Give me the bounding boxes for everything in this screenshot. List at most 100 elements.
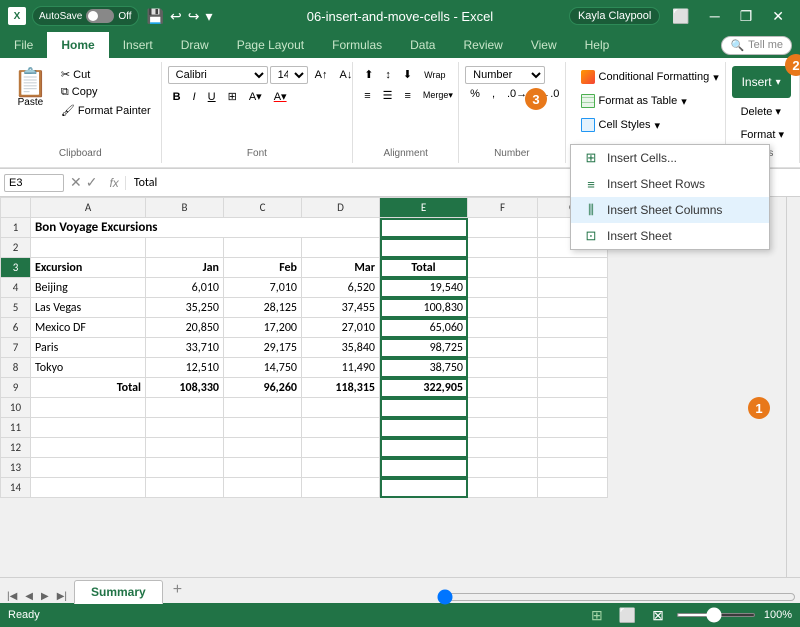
col-header-d[interactable]: D bbox=[302, 198, 380, 218]
row-header-4[interactable]: 4 bbox=[1, 278, 31, 298]
row-header-14[interactable]: 14 bbox=[1, 478, 31, 498]
cell-f7[interactable] bbox=[468, 338, 538, 358]
tab-formulas[interactable]: Formulas bbox=[318, 32, 396, 58]
cell-c10[interactable] bbox=[224, 398, 302, 418]
cell-f8[interactable] bbox=[468, 358, 538, 378]
tab-home[interactable]: Home bbox=[47, 32, 108, 58]
align-center-button[interactable]: ☰ bbox=[378, 87, 398, 104]
tab-insert[interactable]: Insert bbox=[109, 32, 167, 58]
tab-data[interactable]: Data bbox=[396, 32, 449, 58]
font-color-button[interactable]: A▾ bbox=[269, 88, 292, 105]
cell-a2[interactable] bbox=[31, 238, 146, 258]
comma-button[interactable]: , bbox=[487, 86, 500, 102]
sheet-tab-summary[interactable]: Summary bbox=[74, 580, 163, 604]
cell-g10[interactable] bbox=[538, 398, 608, 418]
cell-b7[interactable]: 33,710 bbox=[146, 338, 224, 358]
cell-c7[interactable]: 29,175 bbox=[224, 338, 302, 358]
cell-e1[interactable] bbox=[380, 218, 468, 238]
cell-f9[interactable] bbox=[468, 378, 538, 398]
cell-d5[interactable]: 37,455 bbox=[302, 298, 380, 318]
cell-g9[interactable] bbox=[538, 378, 608, 398]
cell-a7[interactable]: Paris bbox=[31, 338, 146, 358]
page-layout-view-button[interactable]: ⬜ bbox=[615, 605, 640, 626]
align-left-button[interactable]: ≡ bbox=[359, 88, 375, 104]
col-header-f[interactable]: F bbox=[468, 198, 538, 218]
autosave-toggle[interactable] bbox=[86, 9, 114, 23]
cell-d8[interactable]: 11,490 bbox=[302, 358, 380, 378]
cell-c9[interactable]: 96,260 bbox=[224, 378, 302, 398]
cell-b4[interactable]: 6,010 bbox=[146, 278, 224, 298]
user-account-button[interactable]: Kayla Claypool bbox=[569, 7, 660, 25]
cell-e10[interactable] bbox=[380, 398, 468, 418]
spreadsheet-container[interactable]: A B C D E F G 1 Bon Voyage Excursions bbox=[0, 197, 800, 577]
col-header-b[interactable]: B bbox=[146, 198, 224, 218]
row-header-12[interactable]: 12 bbox=[1, 438, 31, 458]
tab-file[interactable]: File bbox=[0, 32, 47, 58]
merge-button[interactable]: Merge▾ bbox=[418, 88, 458, 103]
cell-b8[interactable]: 12,510 bbox=[146, 358, 224, 378]
col-header-a[interactable]: A bbox=[31, 198, 146, 218]
vertical-scrollbar[interactable] bbox=[786, 197, 800, 577]
cell-f4[interactable] bbox=[468, 278, 538, 298]
horizontal-scrollbar[interactable] bbox=[437, 591, 796, 603]
insert-cells-item[interactable]: ⊞ Insert Cells... bbox=[571, 145, 769, 171]
col-header-e[interactable]: E bbox=[380, 198, 468, 218]
cancel-icon[interactable]: ✕ bbox=[70, 174, 82, 191]
row-header-3[interactable]: 3 bbox=[1, 258, 31, 278]
cell-a1[interactable]: Bon Voyage Excursions bbox=[31, 218, 380, 238]
cell-c8[interactable]: 14,750 bbox=[224, 358, 302, 378]
cell-a6[interactable]: Mexico DF bbox=[31, 318, 146, 338]
cell-e8[interactable]: 38,750 bbox=[380, 358, 468, 378]
cell-d2[interactable] bbox=[302, 238, 380, 258]
font-size-select[interactable]: 14 bbox=[270, 66, 308, 84]
zoom-slider[interactable] bbox=[676, 613, 756, 617]
bold-button[interactable]: B bbox=[168, 89, 186, 105]
customize-qat-button[interactable]: ▾ bbox=[203, 6, 214, 27]
cell-d7[interactable]: 35,840 bbox=[302, 338, 380, 358]
increase-font-button[interactable]: A↑ bbox=[310, 67, 333, 83]
row-header-7[interactable]: 7 bbox=[1, 338, 31, 358]
cell-b6[interactable]: 20,850 bbox=[146, 318, 224, 338]
cell-b9[interactable]: 108,330 bbox=[146, 378, 224, 398]
cell-c3[interactable]: Feb bbox=[224, 258, 302, 278]
cell-e3[interactable]: Total bbox=[380, 258, 468, 278]
row-header-1[interactable]: 1 bbox=[1, 218, 31, 238]
row-header-5[interactable]: 5 bbox=[1, 298, 31, 318]
cell-styles-button[interactable]: Cell Styles ▾ bbox=[572, 114, 670, 136]
underline-button[interactable]: U bbox=[203, 89, 221, 105]
align-middle-button[interactable]: ↕ bbox=[380, 67, 396, 83]
cell-e9[interactable]: 322,905 bbox=[380, 378, 468, 398]
format-painter-button[interactable]: 🖌 Format Painter bbox=[57, 102, 155, 119]
col-header-c[interactable]: C bbox=[224, 198, 302, 218]
tab-help[interactable]: Help bbox=[571, 32, 624, 58]
sheet-last-button[interactable]: ▶| bbox=[54, 590, 70, 603]
tab-review[interactable]: Review bbox=[449, 32, 516, 58]
fill-color-button[interactable]: A▾ bbox=[244, 88, 267, 105]
row-header-11[interactable]: 11 bbox=[1, 418, 31, 438]
cell-g3[interactable] bbox=[538, 258, 608, 278]
autosave-button[interactable]: AutoSave Off bbox=[32, 6, 139, 26]
cell-e5[interactable]: 100,830 bbox=[380, 298, 468, 318]
cell-a8[interactable]: Tokyo bbox=[31, 358, 146, 378]
cell-c6[interactable]: 17,200 bbox=[224, 318, 302, 338]
cell-c4[interactable]: 7,010 bbox=[224, 278, 302, 298]
insert-sheet-item[interactable]: ⊡ Insert Sheet bbox=[571, 223, 769, 249]
restore-button[interactable]: ❐ bbox=[732, 6, 761, 27]
row-header-13[interactable]: 13 bbox=[1, 458, 31, 478]
cell-b2[interactable] bbox=[146, 238, 224, 258]
cell-b10[interactable] bbox=[146, 398, 224, 418]
insert-button[interactable]: Insert ▾ bbox=[732, 66, 791, 98]
row-header-9[interactable]: 9 bbox=[1, 378, 31, 398]
cell-reference-input[interactable] bbox=[4, 174, 64, 192]
cell-a9[interactable]: Total bbox=[31, 378, 146, 398]
cell-f10[interactable] bbox=[468, 398, 538, 418]
ribbon-toggle-button[interactable]: ⬜ bbox=[664, 6, 697, 27]
confirm-icon[interactable]: ✓ bbox=[86, 174, 98, 191]
number-format-select[interactable]: Number bbox=[465, 66, 545, 84]
cell-a10[interactable] bbox=[31, 398, 146, 418]
wrap-text-button[interactable]: Wrap bbox=[419, 68, 450, 82]
cell-f2[interactable] bbox=[468, 238, 538, 258]
sheet-first-button[interactable]: |◀ bbox=[4, 590, 20, 603]
cell-e2[interactable] bbox=[380, 238, 468, 258]
minimize-button[interactable]: ─ bbox=[702, 6, 728, 26]
